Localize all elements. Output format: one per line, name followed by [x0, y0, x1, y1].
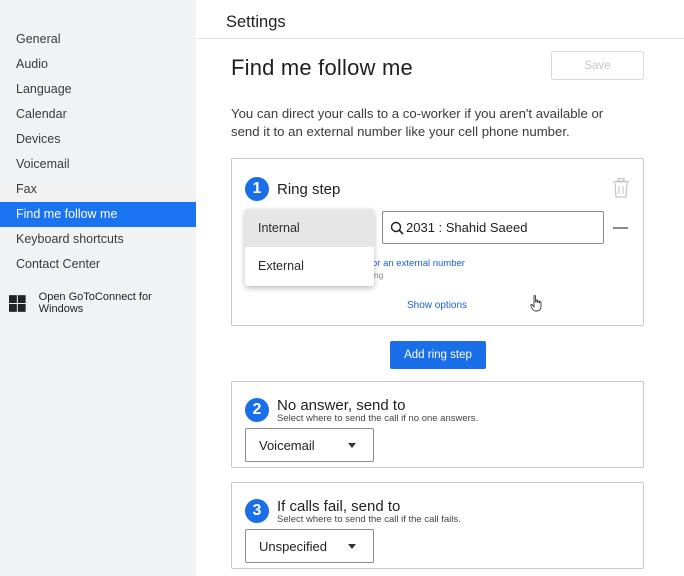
- open-app-label: Open GoToConnect for Windows: [38, 291, 152, 315]
- sidebar-item-audio[interactable]: Audio: [0, 52, 196, 77]
- remove-target-icon[interactable]: [613, 227, 628, 229]
- external-number-link[interactable]: or an external number: [372, 258, 465, 269]
- page-title: Find me follow me: [231, 55, 413, 80]
- chevron-down-icon: [348, 544, 356, 549]
- ring-step-header: 1 Ring step: [245, 177, 340, 201]
- top-bar: Settings: [196, 0, 684, 39]
- calls-fail-title: If calls fail, send to: [277, 498, 401, 515]
- ring-target-input[interactable]: 2031 : Shahid Saeed: [382, 211, 604, 244]
- sidebar-item-devices[interactable]: Devices: [0, 127, 196, 152]
- header-title: Settings: [226, 13, 286, 31]
- step-number-badge: 1: [245, 177, 269, 201]
- step-number-badge: 3: [245, 499, 269, 523]
- no-answer-select[interactable]: Voicemail: [245, 428, 374, 462]
- sidebar-item-fax[interactable]: Fax: [0, 177, 196, 202]
- no-answer-card: 2 No answer, send to Select where to sen…: [231, 381, 644, 468]
- sidebar-item-voicemail[interactable]: Voicemail: [0, 152, 196, 177]
- save-button[interactable]: Save: [551, 51, 644, 80]
- sidebar-item-find-me-follow-me[interactable]: Find me follow me: [0, 202, 196, 227]
- sidebar-item-keyboard-shortcuts[interactable]: Keyboard shortcuts: [0, 227, 196, 252]
- search-icon: [390, 221, 404, 235]
- ring-type-dropdown: Internal External: [245, 209, 374, 286]
- no-answer-subtitle: Select where to send the call if no one …: [277, 413, 479, 424]
- dropdown-option-internal[interactable]: Internal: [245, 209, 374, 247]
- chevron-down-icon: [348, 443, 356, 448]
- no-answer-value: Voicemail: [259, 437, 315, 453]
- open-app-link[interactable]: Open GoToConnect for Windows: [9, 291, 196, 315]
- step-number-badge: 2: [245, 398, 269, 422]
- calls-fail-header: 3 If calls fail, send to Select where to…: [245, 499, 461, 525]
- sidebar: General Audio Language Calendar Devices …: [0, 0, 196, 576]
- show-options-link[interactable]: Show options: [407, 300, 467, 311]
- windows-icon: [9, 294, 26, 312]
- dropdown-option-external[interactable]: External: [245, 247, 374, 285]
- no-answer-header: 2 No answer, send to Select where to sen…: [245, 398, 478, 424]
- calls-fail-value: Unspecified: [259, 538, 327, 554]
- calls-fail-select[interactable]: Unspecified: [245, 529, 374, 563]
- calls-fail-subtitle: Select where to send the call if the cal…: [277, 514, 461, 525]
- hand-cursor-icon: [530, 295, 542, 312]
- main-panel: Settings Find me follow me Save You can …: [196, 0, 684, 576]
- ring-target-value: 2031 : Shahid Saeed: [406, 220, 528, 235]
- calls-fail-card: 3 If calls fail, send to Select where to…: [231, 482, 644, 569]
- sidebar-item-calendar[interactable]: Calendar: [0, 102, 196, 127]
- add-ring-step-button[interactable]: Add ring step: [390, 341, 486, 369]
- no-answer-title: No answer, send to: [277, 397, 406, 414]
- sidebar-item-general[interactable]: General: [0, 27, 196, 52]
- sidebar-item-language[interactable]: Language: [0, 77, 196, 102]
- trash-icon[interactable]: [612, 178, 630, 198]
- sidebar-item-contact-center[interactable]: Contact Center: [0, 252, 196, 277]
- page-description: You can direct your calls to a co-worker…: [231, 106, 604, 139]
- ring-step-title: Ring step: [277, 180, 341, 198]
- sidebar-nav: General Audio Language Calendar Devices …: [0, 27, 196, 277]
